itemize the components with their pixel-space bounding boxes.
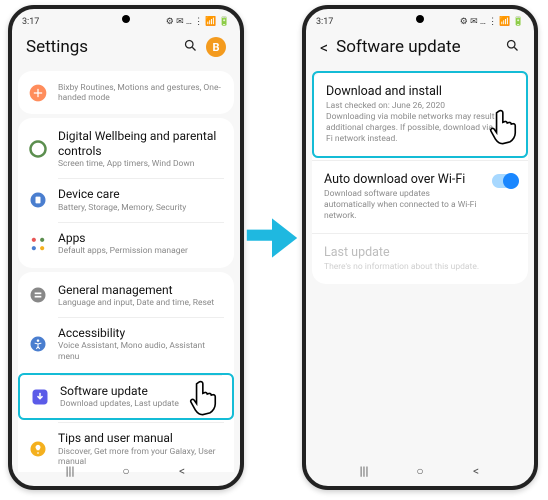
settings-item-devicecare[interactable]: Device care Battery, Storage, Memory, Se… — [18, 178, 234, 222]
update-icon — [30, 387, 50, 407]
nav-recents-icon[interactable]: ||| — [354, 464, 374, 478]
back-icon[interactable]: < — [320, 38, 328, 57]
settings-item-sub: Language and input, Date and time, Reset — [58, 298, 224, 308]
statusbar-icons: ⚙ ✉ … ⋮ 📶 🔋 — [166, 17, 230, 27]
settings-item-sub: Default apps, Permission manager — [58, 246, 224, 256]
nav-recents-icon[interactable]: ||| — [60, 464, 80, 478]
auto-sub: Download software updates automatically … — [324, 189, 516, 222]
settings-item-sub: Bixby Routines, Motions and gestures, On… — [58, 83, 224, 103]
download-and-install[interactable]: Download and install Last checked on: Ju… — [312, 71, 528, 158]
arrow-icon — [244, 210, 300, 266]
apps-icon — [28, 234, 48, 254]
tips-icon — [28, 439, 48, 459]
settings-list[interactable]: Bixby Routines, Motions and gestures, On… — [12, 67, 240, 472]
settings-item-sub: Battery, Storage, Memory, Security — [58, 203, 224, 213]
settings-item-title: Software update — [60, 384, 222, 398]
settings-item-wellbeing[interactable]: Digital Wellbeing and parental controls … — [18, 120, 234, 178]
avatar[interactable]: B — [206, 37, 226, 57]
auto-download-toggle[interactable]: Auto download over Wi-Fi Download softwa… — [312, 160, 528, 233]
settings-item-title: Accessibility — [58, 326, 224, 340]
settings-item-title: Tips and user manual — [58, 431, 224, 445]
wellbeing-icon — [28, 139, 48, 159]
last-update: Last update There's no information about… — [312, 233, 528, 284]
page-title: Settings — [26, 37, 175, 57]
settings-item-sub: Voice Assistant, Mono audio, Assistant m… — [58, 341, 224, 361]
settings-item-title: Digital Wellbeing and parental controls — [58, 129, 224, 158]
download-title: Download and install — [326, 84, 514, 99]
settings-item-general[interactable]: General management Language and input, D… — [18, 274, 234, 318]
phone-settings: 3:17 ⚙ ✉ … ⋮ 📶 🔋 Settings B Bixby Routin… — [8, 5, 244, 490]
settings-item-sub: Download updates, Last update — [60, 399, 222, 409]
settings-item-title: Device care — [58, 187, 224, 201]
settings-item-title: General management — [58, 283, 224, 297]
nav-home-icon[interactable]: ○ — [410, 464, 430, 478]
update-content[interactable]: Download and install Last checked on: Ju… — [306, 67, 534, 472]
download-sub: Last checked on: June 26, 2020 Downloadi… — [326, 101, 514, 145]
accessibility-icon — [28, 334, 48, 354]
auto-title: Auto download over Wi-Fi — [324, 172, 516, 187]
settings-header: Settings B — [12, 31, 240, 67]
update-header: < Software update — [306, 31, 534, 67]
search-icon[interactable] — [183, 38, 198, 57]
navbar: ||| ○ < — [306, 460, 534, 482]
camera-notch — [122, 15, 130, 23]
settings-item-software-update[interactable]: Software update Download updates, Last u… — [18, 373, 234, 421]
nav-back-icon[interactable]: < — [172, 464, 192, 478]
last-sub: There's no information about this update… — [324, 262, 516, 273]
search-icon[interactable] — [505, 38, 520, 57]
last-title: Last update — [324, 245, 516, 260]
devicecare-icon — [28, 190, 48, 210]
navbar: ||| ○ < — [12, 460, 240, 482]
settings-item-title: Apps — [58, 231, 224, 245]
statusbar-time: 3:17 — [316, 17, 333, 27]
nav-back-icon[interactable]: < — [466, 464, 486, 478]
statusbar-icons: ⚙ ✉ … ⋮ 📶 🔋 — [460, 17, 524, 27]
advanced-icon — [28, 83, 48, 103]
page-title: Software update — [336, 37, 497, 57]
general-icon — [28, 285, 48, 305]
settings-item-advanced[interactable]: Bixby Routines, Motions and gestures, On… — [18, 73, 234, 112]
settings-item-sub: Screen time, App timers, Wind Down — [58, 159, 224, 169]
settings-item-accessibility[interactable]: Accessibility Voice Assistant, Mono audi… — [18, 317, 234, 371]
settings-item-apps[interactable]: Apps Default apps, Permission manager — [18, 222, 234, 266]
toggle-on-icon[interactable] — [492, 174, 518, 188]
statusbar-time: 3:17 — [22, 17, 39, 27]
nav-home-icon[interactable]: ○ — [116, 464, 136, 478]
phone-update: 3:17 ⚙ ✉ … ⋮ 📶 🔋 < Software update Downl… — [302, 5, 538, 490]
camera-notch — [416, 15, 424, 23]
